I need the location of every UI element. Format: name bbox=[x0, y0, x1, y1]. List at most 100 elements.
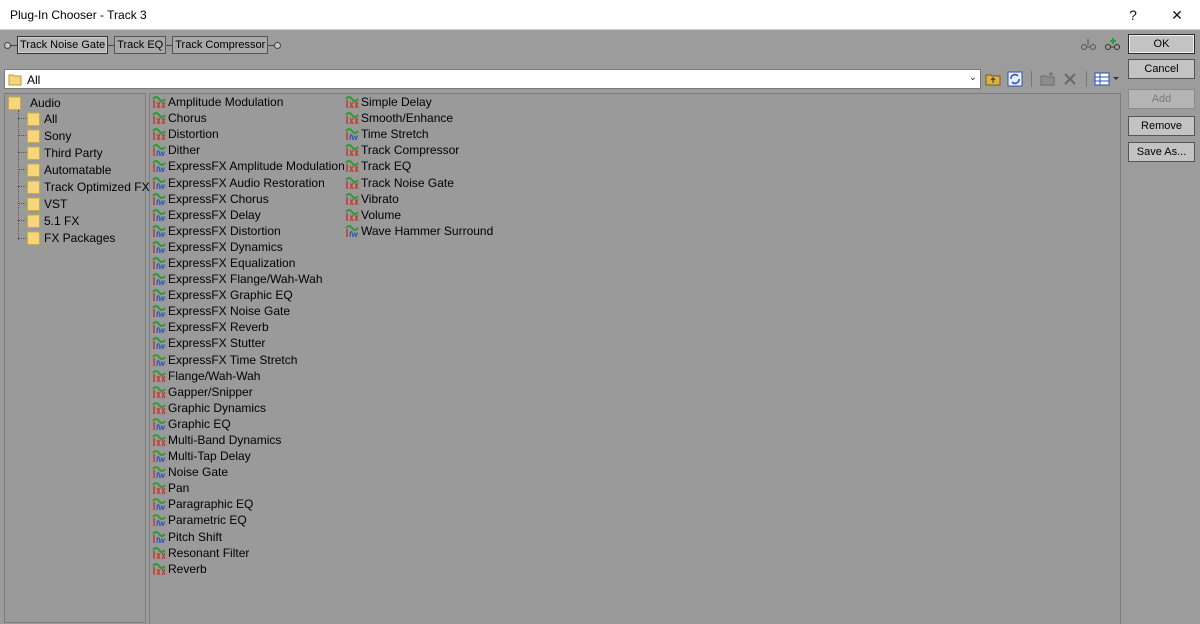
plugin-list-item[interactable]: fw ExpressFX Stutter bbox=[152, 335, 345, 351]
plugin-list-item[interactable]: Chorus bbox=[152, 110, 345, 126]
refresh-icon[interactable] bbox=[1006, 70, 1024, 88]
plugin-list-item[interactable]: Distortion bbox=[152, 126, 345, 142]
plugin-list-item[interactable]: fw ExpressFX Equalization bbox=[152, 255, 345, 271]
plugin-list-item[interactable]: Track EQ bbox=[345, 158, 493, 174]
plugin-name: Pan bbox=[168, 481, 190, 496]
plugin-list-item[interactable]: fw ExpressFX Reverb bbox=[152, 319, 345, 335]
plugin-name: ExpressFX Noise Gate bbox=[168, 304, 291, 319]
tree-item-third-party[interactable]: Third Party bbox=[27, 144, 103, 161]
plugin-list-item[interactable]: Gapper/Snipper bbox=[152, 384, 345, 400]
tree-item-vst[interactable]: VST bbox=[27, 195, 67, 212]
plugin-list-item[interactable]: fw ExpressFX Flange/Wah-Wah bbox=[152, 271, 345, 287]
dx-icon bbox=[152, 112, 166, 125]
plugin-name: Wave Hammer Surround bbox=[361, 223, 494, 238]
plugin-list-item[interactable]: Simple Delay bbox=[345, 94, 493, 110]
delete-icon[interactable] bbox=[1061, 70, 1079, 88]
add-button[interactable]: Add bbox=[1128, 89, 1195, 109]
plugin-name: Smooth/Enhance bbox=[361, 111, 454, 126]
svg-text:fw: fw bbox=[156, 198, 166, 206]
tree-item-fx-packages[interactable]: FX Packages bbox=[27, 229, 115, 246]
plugin-name: Amplitude Modulation bbox=[168, 95, 284, 110]
chain-bypass-icon[interactable] bbox=[1080, 36, 1098, 52]
plugin-list-item[interactable]: fw Dither bbox=[152, 142, 345, 158]
folder-combo[interactable]: All ⌄ bbox=[4, 69, 981, 89]
plugin-list-item[interactable]: Multi-Band Dynamics bbox=[152, 432, 345, 448]
dx-blue-icon: fw bbox=[152, 144, 166, 157]
chain-start-node bbox=[4, 41, 11, 49]
dx-blue-icon: fw bbox=[345, 224, 359, 238]
svg-text:fw: fw bbox=[156, 278, 166, 286]
dx-blue-icon: fw bbox=[152, 530, 166, 544]
svg-text:fw: fw bbox=[156, 262, 166, 270]
plugin-name: Dither bbox=[168, 143, 201, 158]
plugin-list-item[interactable]: fw ExpressFX Amplitude Modulation bbox=[152, 158, 345, 174]
view-mode-icon[interactable] bbox=[1094, 70, 1122, 88]
plugin-chain: Track Noise Gate Track EQ Track Compress… bbox=[4, 34, 282, 56]
plugin-list-item[interactable]: Track Noise Gate bbox=[345, 174, 493, 190]
plugin-list-item[interactable]: fw ExpressFX Time Stretch bbox=[152, 352, 345, 368]
tree-item-all[interactable]: All bbox=[27, 110, 57, 127]
plugin-list-item[interactable]: fw ExpressFX Delay bbox=[152, 207, 345, 223]
plugin-list-item[interactable]: Pan bbox=[152, 480, 345, 496]
folder-icon bbox=[27, 129, 40, 143]
plugin-list-item[interactable]: fw ExpressFX Dynamics bbox=[152, 239, 345, 255]
plugin-list-item[interactable]: Smooth/Enhance bbox=[345, 110, 493, 126]
save-as-button[interactable]: Save As... bbox=[1128, 142, 1195, 162]
plugin-list-item[interactable]: fw Multi-Tap Delay bbox=[152, 448, 345, 464]
chevron-down-icon[interactable]: ⌄ bbox=[969, 72, 977, 83]
plugin-name: ExpressFX Distortion bbox=[168, 223, 281, 238]
plugin-list-item[interactable]: fw ExpressFX Chorus bbox=[152, 191, 345, 207]
svg-text:fw: fw bbox=[156, 230, 166, 238]
plugin-name: ExpressFX Equalization bbox=[168, 255, 296, 270]
up-folder-icon[interactable] bbox=[984, 70, 1002, 88]
cancel-button[interactable]: Cancel bbox=[1128, 59, 1195, 79]
plugin-list-column: Amplitude Modulation Chorus Distortion fw Di… bbox=[152, 94, 345, 577]
chain-add-icon[interactable] bbox=[1104, 36, 1122, 52]
tree-item-automatable[interactable]: Automatable bbox=[27, 161, 111, 178]
tree-item-track-optimized-fx[interactable]: Track Optimized FX bbox=[27, 178, 150, 195]
chain-end-node bbox=[274, 41, 282, 49]
tree-item-audio[interactable]: Audio bbox=[8, 94, 61, 111]
tree-item-5-1-fx[interactable]: 5.1 FX bbox=[27, 212, 79, 229]
close-button[interactable]: ✕ bbox=[1154, 0, 1200, 30]
remove-button[interactable]: Remove bbox=[1128, 116, 1195, 136]
plugin-list-item[interactable]: fw ExpressFX Audio Restoration bbox=[152, 174, 345, 190]
plugin-list-item[interactable]: Resonant Filter bbox=[152, 545, 345, 561]
plugin-list-item[interactable]: Volume bbox=[345, 207, 493, 223]
plugin-list-item[interactable]: fw ExpressFX Noise Gate bbox=[152, 303, 345, 319]
dx-blue-icon: fw bbox=[152, 160, 166, 173]
help-button[interactable]: ? bbox=[1110, 0, 1156, 30]
plugin-name: Multi-Tap Delay bbox=[168, 449, 251, 464]
ok-button[interactable]: OK bbox=[1128, 34, 1195, 54]
plugin-name: Graphic EQ bbox=[168, 416, 231, 431]
new-folder-icon[interactable] bbox=[1039, 70, 1057, 88]
plugin-name: Paragraphic EQ bbox=[168, 497, 254, 512]
chain-plugin-track-compressor[interactable]: Track Compressor bbox=[172, 36, 269, 54]
plugin-list-item[interactable]: fw Wave Hammer Surround bbox=[345, 223, 493, 239]
plugin-list-item[interactable]: Vibrato bbox=[345, 191, 493, 207]
plugin-list-item[interactable]: fw Pitch Shift bbox=[152, 529, 345, 545]
tree-item-label: Audio bbox=[30, 95, 61, 110]
dx-blue-icon: fw bbox=[345, 128, 359, 141]
chain-plugin-track-eq[interactable]: Track EQ bbox=[114, 36, 167, 54]
plugin-list-item[interactable]: fw Time Stretch bbox=[345, 126, 493, 142]
chain-plugin-track-noise-gate[interactable]: Track Noise Gate bbox=[17, 36, 109, 54]
plugin-list-item[interactable]: Flange/Wah-Wah bbox=[152, 368, 345, 384]
plugin-list-item[interactable]: fw Graphic EQ bbox=[152, 416, 345, 432]
plugin-list-item[interactable]: Reverb bbox=[152, 561, 345, 577]
list-toolbar bbox=[984, 70, 1122, 88]
plugin-name: Volume bbox=[361, 207, 402, 222]
dx-icon bbox=[345, 96, 359, 109]
plugin-list-item[interactable]: fw Parametric EQ bbox=[152, 512, 345, 528]
plugin-list-item[interactable]: Amplitude Modulation bbox=[152, 94, 345, 110]
tree-item-label: FX Packages bbox=[44, 230, 116, 245]
plugin-list-item[interactable]: fw Noise Gate bbox=[152, 464, 345, 480]
plugin-list-item[interactable]: Track Compressor bbox=[345, 142, 493, 158]
tree-item-sony[interactable]: Sony bbox=[27, 127, 71, 144]
plugin-list-item[interactable]: Graphic Dynamics bbox=[152, 400, 345, 416]
plugin-list-item[interactable]: fw Paragraphic EQ bbox=[152, 496, 345, 512]
plugin-list-item[interactable]: fw ExpressFX Graphic EQ bbox=[152, 287, 345, 303]
dx-blue-icon: fw bbox=[152, 417, 166, 431]
plugin-list-item[interactable]: fw ExpressFX Distortion bbox=[152, 223, 345, 239]
dx-blue-icon: fw bbox=[152, 240, 166, 254]
